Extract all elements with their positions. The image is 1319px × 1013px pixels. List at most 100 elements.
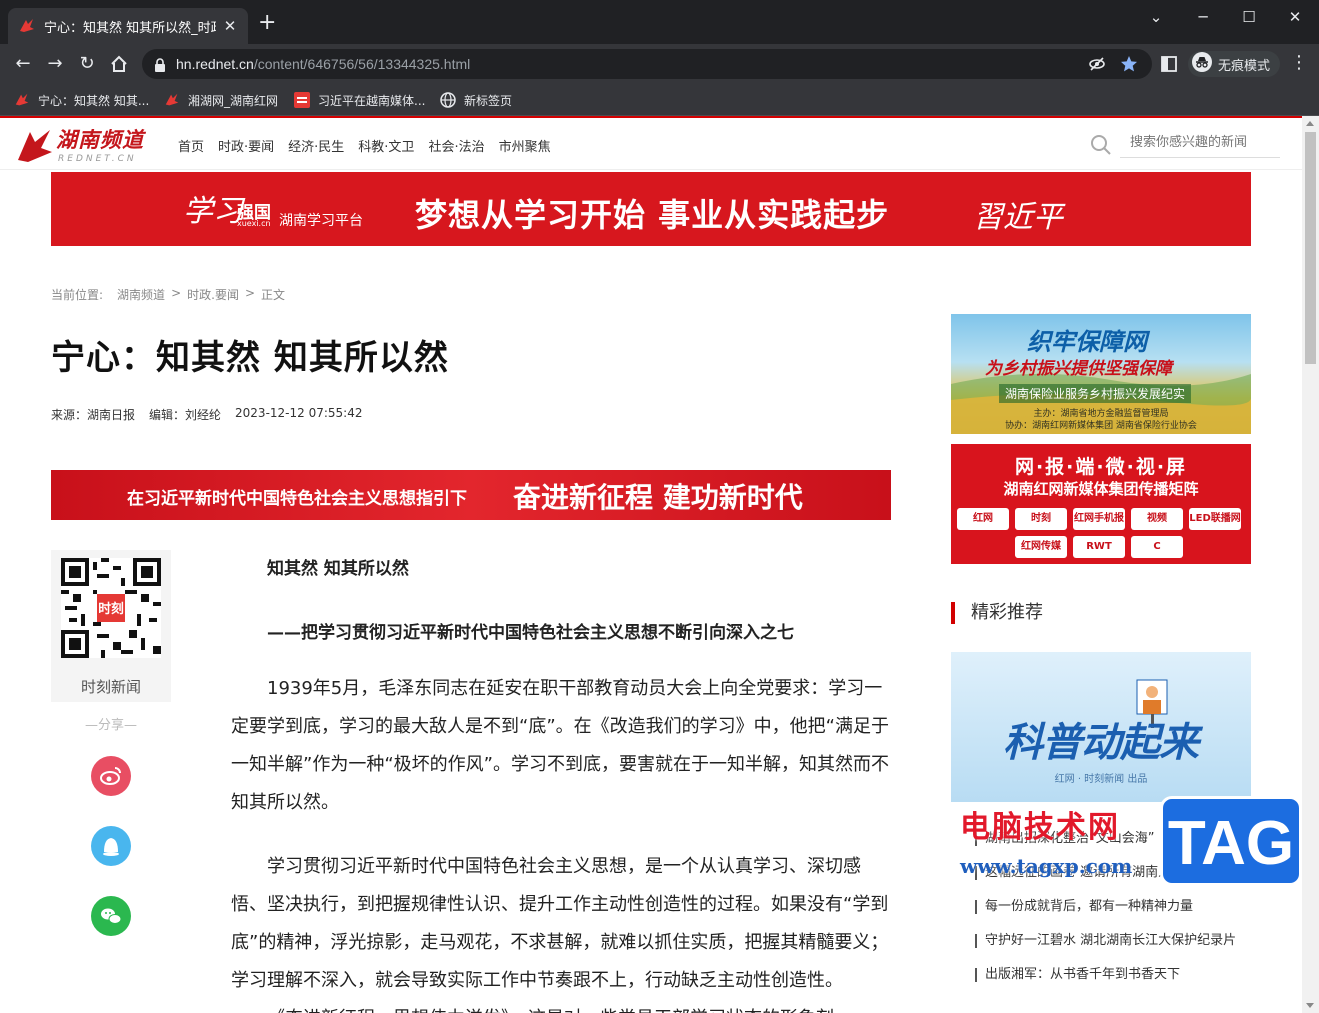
recommend-feature-image[interactable]: 科普动起来 红网 · 时刻新闻 出品 <box>951 652 1251 802</box>
tab-close-icon[interactable]: ✕ <box>222 17 238 35</box>
banner-xuexi: 学习 <box>183 194 243 229</box>
nav-item-education[interactable]: 科教·文卫 <box>358 136 414 155</box>
article-paragraph: 学习贯彻习近平新时代中国特色社会主义思想，是一个从认真学习、深切感悟、坚决执行，… <box>231 856 889 991</box>
bookmark-item[interactable]: 习近平在越南媒体... <box>294 91 425 109</box>
share-wechat-button[interactable] <box>91 896 131 936</box>
qr-panel: 时刻 时刻新闻 <box>51 550 171 702</box>
page-scrollbar[interactable] <box>1302 116 1319 1013</box>
media-matrix-ad[interactable]: 网·报·端·微·视·屏 湖南红网新媒体集团传播矩阵 红网 时刻 红网手机报 视频… <box>951 444 1251 564</box>
breadcrumb-label: 当前位置: <box>51 288 104 302</box>
nav-item-society[interactable]: 社会·法治 <box>428 136 484 155</box>
tab-active[interactable]: 宁心：知其然 知其所以然_时政要 ✕ <box>8 8 248 44</box>
globe-icon <box>440 92 456 108</box>
breadcrumb-link-home[interactable]: 湖南频道 <box>117 286 165 303</box>
site-header: 湖南频道 REDNET.CN 首页 时政·要闻 经济·民生 科教·文卫 社会·法… <box>0 118 1302 170</box>
scroll-down-icon[interactable] <box>1306 1003 1314 1008</box>
bookmark-label: 新标签页 <box>464 93 513 108</box>
nav-item-cities[interactable]: 市州聚焦 <box>499 136 551 155</box>
web-page: 湖南频道 REDNET.CN 首页 时政·要闻 经济·民生 科教·文卫 社会·法… <box>0 116 1302 1013</box>
rednet-favicon-icon <box>14 92 30 108</box>
incognito-icon <box>1192 52 1212 76</box>
bookmark-label: 湘湖网_湖南红网 <box>188 93 279 108</box>
feature-title: 科普动起来 <box>1003 720 1199 766</box>
matrix-logo: 红网传媒 <box>1015 536 1067 558</box>
minimize-button[interactable]: ─ <box>1180 4 1226 30</box>
matrix-logo: 红网 <box>957 508 1009 530</box>
article-subhead: ——把学习贯彻习近平新时代中国特色社会主义思想不断引向深入之七 <box>267 623 794 643</box>
site-logo[interactable]: 湖南频道 REDNET.CN <box>16 124 156 166</box>
share-qq-button[interactable] <box>91 826 131 866</box>
url-host: hn.rednet.cn <box>176 56 254 72</box>
new-tab-button[interactable]: + <box>258 12 276 34</box>
rednet-favicon-icon <box>164 92 180 108</box>
share-label: —分享— <box>84 718 137 733</box>
search-icon[interactable] <box>1090 134 1112 156</box>
theme-banner-small: 在习近平新时代中国特色社会主义思想指引下 <box>127 489 467 509</box>
nav-item-home[interactable]: 首页 <box>178 136 204 155</box>
forward-button[interactable]: → <box>43 52 67 76</box>
address-bar[interactable]: hn.rednet.cn /content/646756/56/13344325… <box>142 49 1152 79</box>
recommend-link[interactable]: 每一份成就背后，都有一种精神力量 <box>975 900 1193 914</box>
browser-toolbar: ← → ↻ hn.rednet.cn /content/646756/56/13… <box>0 44 1319 84</box>
scroll-up-icon[interactable] <box>1306 121 1314 126</box>
matrix-logo: 时刻 <box>1015 508 1067 530</box>
browser-menu-icon[interactable]: ⋮ <box>1290 54 1308 72</box>
recommend-heading: 精彩推荐 <box>951 602 1043 624</box>
news-favicon-icon <box>294 92 310 108</box>
ad-headline: 织牢保障网 <box>1027 327 1147 356</box>
back-button[interactable]: ← <box>11 52 35 76</box>
qr-label: 时刻新闻 <box>80 678 141 696</box>
wechat-icon <box>101 908 122 924</box>
bookmark-item[interactable]: 宁心：知其然 知其... <box>14 91 149 109</box>
insurance-ad[interactable]: 织牢保障网 为乡村振兴提供坚强保障 湖南保险业服务乡村振兴发展纪实 主办：湖南省… <box>951 314 1251 434</box>
incognito-label: 无痕模式 <box>1218 58 1271 74</box>
watermark-url: www.tagxp.com <box>960 854 1133 878</box>
eye-slash-icon[interactable] <box>1088 55 1106 73</box>
bookmark-item[interactable]: 湘湖网_湖南红网 <box>164 91 278 109</box>
xuexi-banner[interactable]: 学习 强国 xuexi.cn 湖南学习平台 梦想从学习开始 事业从实践起步 習近… <box>51 172 1251 246</box>
article-datetime: 2023-12-12 07:55:42 <box>235 406 363 420</box>
article-paragraph: 《奋进新征程，思想伟力迸发》，这是对一些党员干部学习状态的形象刻 <box>231 1000 891 1013</box>
ad-caption: 湖南保险业服务乡村振兴发展纪实 <box>999 384 1192 403</box>
main-nav: 首页 时政·要闻 经济·民生 科教·文卫 社会·法治 市州聚焦 <box>178 136 551 155</box>
breadcrumb-link-section[interactable]: 时政.要闻 <box>187 286 239 303</box>
article-source: 来源：湖南日报 <box>51 408 136 422</box>
theme-banner[interactable]: 在习近平新时代中国特色社会主义思想指引下 奋进新征程 建功新时代 <box>51 470 891 520</box>
matrix-logo: RWT <box>1073 536 1125 558</box>
breadcrumb-current: 正文 <box>261 288 286 302</box>
banner-slogan: 梦想从学习开始 事业从实践起步 <box>415 196 890 234</box>
bookmark-star-icon[interactable] <box>1120 55 1138 73</box>
maximize-button[interactable]: ☐ <box>1226 4 1272 30</box>
scroll-thumb[interactable] <box>1305 132 1316 364</box>
breadcrumb-separator: > <box>244 286 256 300</box>
tab-search-chevron-icon[interactable]: ⌄ <box>1133 4 1179 30</box>
breadcrumb: 当前位置: 湖南频道 > 时政.要闻 > 正文 <box>51 286 285 303</box>
reload-button[interactable]: ↻ <box>75 52 99 76</box>
banner-domain: xuexi.cn <box>237 219 271 228</box>
nav-item-politics[interactable]: 时政·要闻 <box>218 136 274 155</box>
article-title: 宁心：知其然 知其所以然 <box>51 338 449 378</box>
incognito-indicator[interactable]: 无痕模式 <box>1188 51 1281 77</box>
share-weibo-button[interactable] <box>91 756 131 796</box>
ad-subhead: 为乡村振兴提供坚强保障 <box>985 359 1172 379</box>
rednet-logo-icon <box>18 130 52 162</box>
bookmark-label: 宁心：知其然 知其... <box>38 93 150 108</box>
article-meta: 来源：湖南日报 编辑：刘经纶 2023-12-12 07:55:42 <box>51 406 362 423</box>
matrix-logo: C <box>1131 536 1183 558</box>
watermark-title: 电脑技术网 <box>960 810 1120 845</box>
nav-item-economy[interactable]: 经济·民生 <box>288 136 344 155</box>
close-window-button[interactable]: ✕ <box>1272 4 1318 30</box>
bookmark-item[interactable]: 新标签页 <box>440 91 512 109</box>
home-button[interactable] <box>107 52 131 76</box>
rednet-favicon-icon <box>18 17 36 35</box>
side-panel-icon[interactable] <box>1159 54 1179 74</box>
ad-subhead: 湖南红网新媒体集团传播矩阵 <box>1003 480 1199 498</box>
bookmark-label: 习近平在越南媒体... <box>318 93 426 108</box>
lock-icon[interactable] <box>154 57 166 72</box>
recommend-link[interactable]: 出版湘军：从书香千年到书香天下 <box>975 968 1180 982</box>
matrix-logo: 红网手机报 <box>1073 508 1125 530</box>
matrix-logo: 视频 <box>1131 508 1183 530</box>
recommend-link[interactable]: 守护好一江碧水 湖北湖南长江大保护纪录片 <box>975 934 1236 948</box>
bookmarks-bar: 宁心：知其然 知其... 湘湖网_湖南红网 习近平在越南媒体... 新标签页 <box>0 84 1319 116</box>
search-input[interactable] <box>1120 128 1280 158</box>
